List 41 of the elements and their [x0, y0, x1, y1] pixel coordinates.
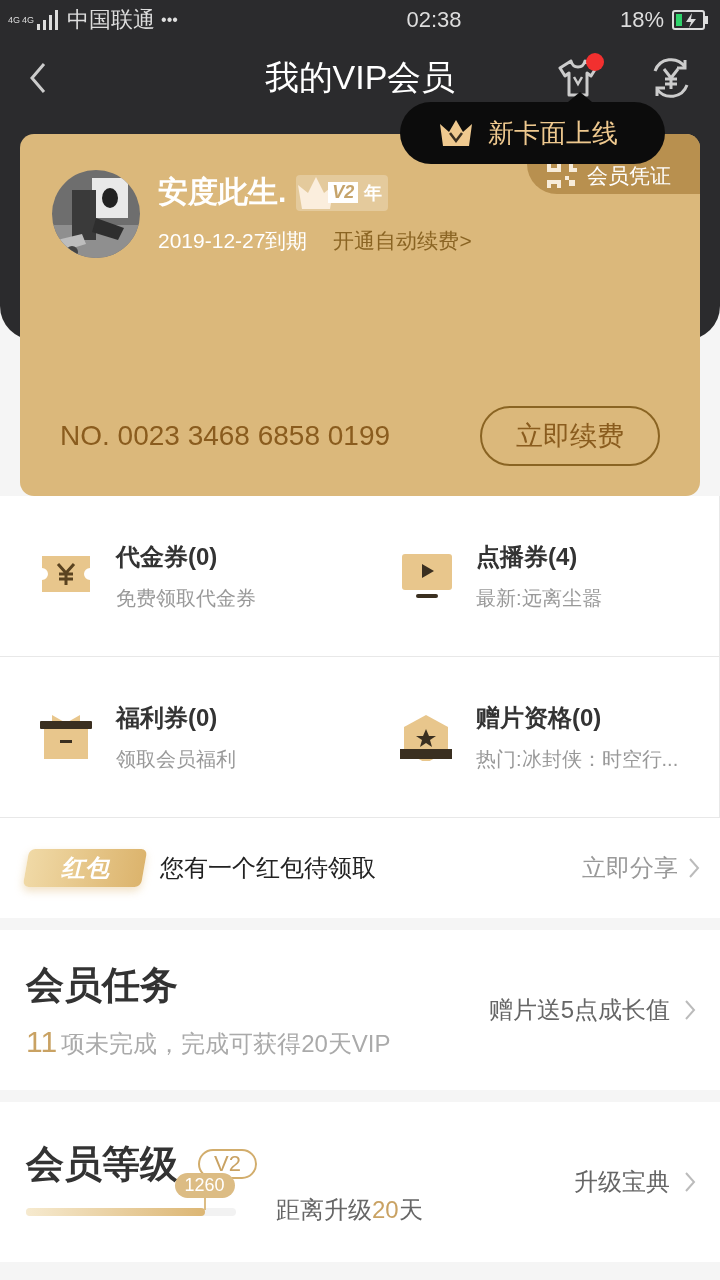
user-name: 安度此生. [158, 174, 287, 210]
shirt-icon[interactable] [558, 58, 598, 97]
chevron-icon [688, 857, 700, 879]
bonus-link[interactable]: 赠片送5点成长值 [488, 994, 696, 1026]
carrier-name: 中国联通 [67, 6, 156, 34]
tooltip: 新卡面上线 [400, 102, 665, 164]
page-title: 我的VIP会员 [264, 56, 456, 98]
gift-box-icon [38, 713, 94, 761]
renew-button[interactable]: 立即续费 [480, 406, 660, 466]
network-label: 4G [22, 15, 35, 25]
battery-percent: 18% [619, 7, 664, 33]
clock-time: 02:38 [405, 7, 463, 33]
back-icon[interactable] [28, 60, 48, 95]
star-badge-icon [398, 713, 454, 761]
benefit-subtitle: 最新:远离尘嚣 [476, 585, 602, 611]
level-badge: V2 [328, 182, 359, 203]
network-label: 4G [8, 15, 20, 25]
benefit-title: 点播券(4) [476, 541, 579, 572]
battery-icon [672, 10, 708, 30]
benefit-subtitle: 免费领取代金券 [116, 585, 256, 611]
envelope-badge: 红包 [22, 849, 148, 887]
benefit-title: 代金券(0) [116, 541, 219, 572]
benefit-title: 赠片资格(0) [476, 702, 603, 733]
card-number: NO. 0023 3468 6858 0199 [60, 420, 391, 452]
upgrade-guide-link[interactable]: 升级宝典 [574, 1166, 696, 1198]
period-label: 年 [364, 181, 383, 205]
chevron-icon [684, 999, 696, 1021]
more-indicator: ••• [161, 11, 178, 29]
benefit-subtitle: 领取会员福利 [116, 746, 236, 772]
crown-icon [438, 118, 474, 148]
upgrade-remaining: 距离升级20天 [276, 1194, 423, 1225]
expiry-date: 2019-12-27到期 [158, 228, 308, 254]
chevron-icon [684, 1171, 696, 1193]
task-description: 项未完成，完成可获得20天VIP [61, 1030, 391, 1057]
benefit-title: 福利券(0) [116, 702, 219, 733]
benefit-subtitle: 热门:冰封侠：时空行... [476, 746, 679, 772]
envelope-message: 您有一个红包待领取 [160, 853, 377, 883]
benefit-tile[interactable]: 点播券(4) 最新:远离尘嚣 [360, 496, 720, 657]
benefit-tile[interactable]: 代金券(0) 免费领取代金券 [0, 496, 360, 657]
section-title: 会员任务 [26, 963, 179, 1008]
task-count: 11 [26, 1025, 58, 1058]
